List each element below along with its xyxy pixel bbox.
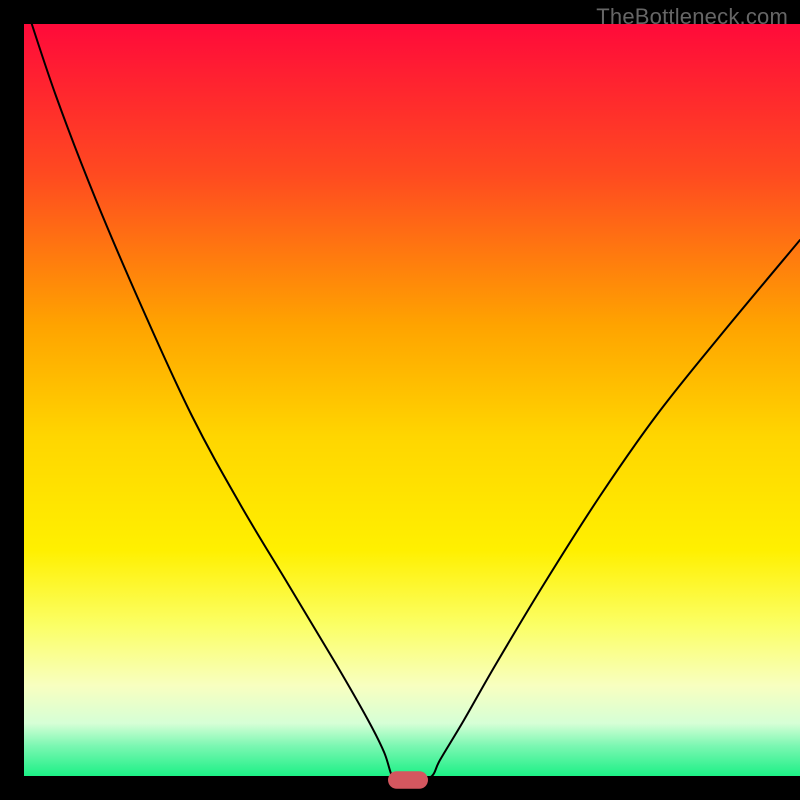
bottleneck-chart: TheBottleneck.com [0,0,800,800]
watermark-label: TheBottleneck.com [596,4,788,30]
chart-svg [0,0,800,800]
plot-background [24,24,800,776]
optimal-point-marker [388,771,428,789]
